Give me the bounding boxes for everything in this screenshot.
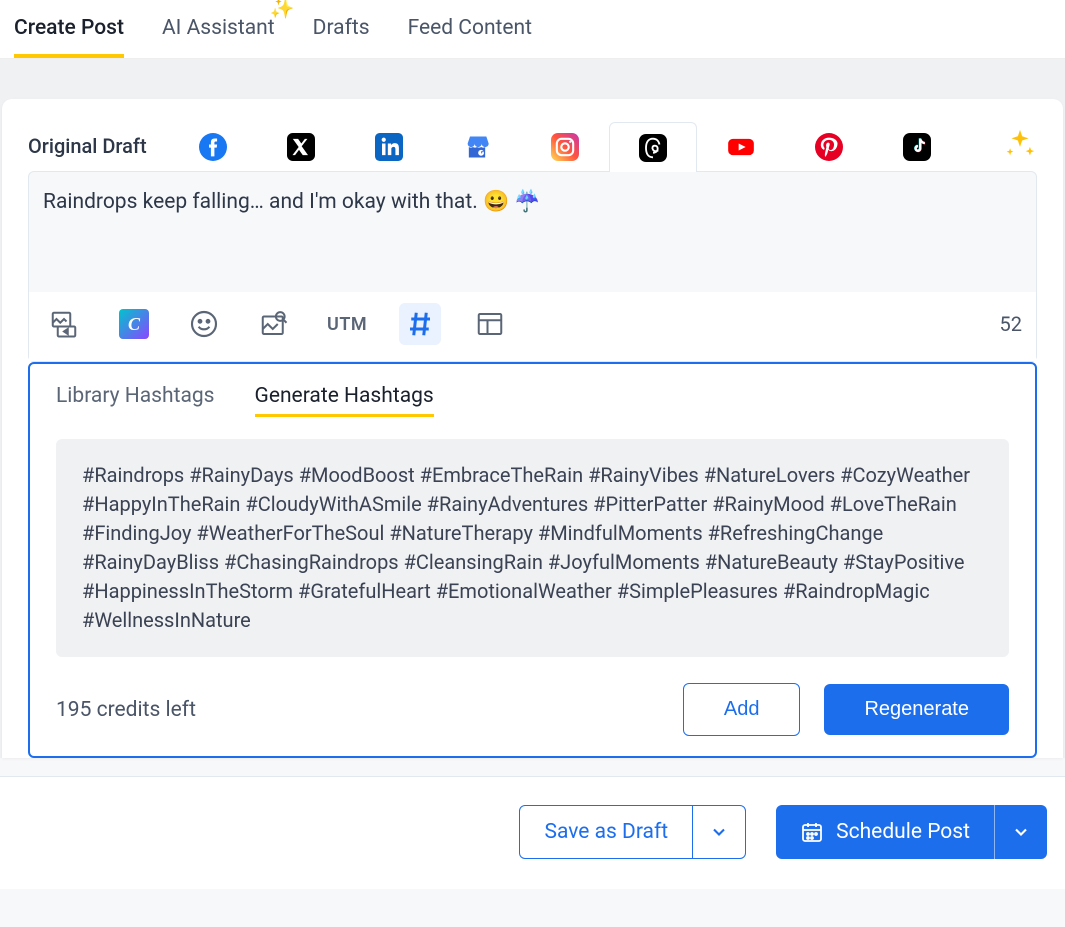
credits-remaining: 195 credits left xyxy=(56,698,659,722)
template-button[interactable] xyxy=(469,303,511,345)
facebook-icon xyxy=(199,133,227,161)
tab-ai-assistant[interactable]: AI Assistant ✨ xyxy=(162,0,275,58)
google-business-icon xyxy=(463,133,491,161)
x-icon xyxy=(287,133,315,161)
tab-create-post[interactable]: Create Post xyxy=(14,0,124,58)
tab-library-hashtags[interactable]: Library Hashtags xyxy=(56,384,215,417)
template-icon xyxy=(475,309,505,339)
hashtag-button[interactable] xyxy=(399,303,441,345)
regenerate-button[interactable]: Regenerate xyxy=(824,684,1009,735)
channel-threads[interactable] xyxy=(609,122,697,172)
image-search-icon xyxy=(259,309,289,339)
media-button[interactable] xyxy=(43,303,85,345)
generated-hashtags-text[interactable]: #Raindrops #RainyDays #MoodBoost #Embrac… xyxy=(56,439,1009,657)
media-icon xyxy=(49,309,79,339)
channel-instagram[interactable] xyxy=(521,121,609,171)
schedule-post-dropdown[interactable] xyxy=(994,805,1047,859)
hashtag-icon xyxy=(405,309,435,339)
channel-linkedin[interactable] xyxy=(345,121,433,171)
post-editor[interactable]: Raindrops keep falling… and I'm okay wit… xyxy=(28,171,1037,362)
channel-tiktok[interactable] xyxy=(873,121,961,171)
calendar-icon xyxy=(800,820,824,844)
schedule-post-label: Schedule Post xyxy=(836,820,970,844)
sparkle-icon xyxy=(1003,127,1037,161)
action-bar: Save as Draft Schedule Post xyxy=(0,776,1065,889)
tab-drafts[interactable]: Drafts xyxy=(313,0,370,58)
linkedin-icon xyxy=(375,133,403,161)
save-as-draft-button[interactable]: Save as Draft xyxy=(520,806,692,858)
canva-button[interactable]: C xyxy=(113,303,155,345)
hashtag-panel: Library Hashtags Generate Hashtags #Rain… xyxy=(28,362,1037,758)
image-search-button[interactable] xyxy=(253,303,295,345)
main-nav-tabs: Create Post AI Assistant ✨ Drafts Feed C… xyxy=(0,0,1065,59)
tab-ai-assistant-label: AI Assistant xyxy=(162,16,275,40)
tab-feed-content[interactable]: Feed Content xyxy=(408,0,532,58)
add-hashtags-button[interactable]: Add xyxy=(683,683,801,736)
youtube-icon xyxy=(727,133,755,161)
original-draft-label: Original Draft xyxy=(28,134,147,158)
channel-google-business[interactable] xyxy=(433,121,521,171)
threads-icon xyxy=(639,134,667,162)
emoji-icon xyxy=(188,308,220,340)
schedule-post-button[interactable]: Schedule Post xyxy=(776,805,994,859)
save-as-draft-dropdown[interactable] xyxy=(692,806,745,858)
channel-pinterest[interactable] xyxy=(785,121,873,171)
chevron-down-icon xyxy=(709,822,729,842)
channel-youtube[interactable] xyxy=(697,121,785,171)
character-count: 52 xyxy=(1000,312,1022,336)
channel-x[interactable] xyxy=(257,121,345,171)
editor-toolbar: C UTM 52 xyxy=(29,292,1036,361)
ai-enhance-button[interactable] xyxy=(1003,127,1037,165)
instagram-icon xyxy=(551,133,579,161)
pinterest-icon xyxy=(815,133,843,161)
save-as-draft-label: Save as Draft xyxy=(544,820,668,844)
save-as-draft-split-button: Save as Draft xyxy=(519,805,746,859)
channel-facebook[interactable] xyxy=(169,121,257,171)
schedule-post-split-button: Schedule Post xyxy=(776,805,1047,859)
sparkle-icon: ✨ xyxy=(270,0,295,20)
emoji-button[interactable] xyxy=(183,303,225,345)
utm-button[interactable]: UTM xyxy=(323,303,371,345)
tab-generate-hashtags[interactable]: Generate Hashtags xyxy=(255,384,434,417)
chevron-down-icon xyxy=(1011,822,1031,842)
canva-icon: C xyxy=(119,309,149,339)
post-text-content[interactable]: Raindrops keep falling… and I'm okay wit… xyxy=(29,172,1036,292)
tiktok-icon xyxy=(903,133,931,161)
